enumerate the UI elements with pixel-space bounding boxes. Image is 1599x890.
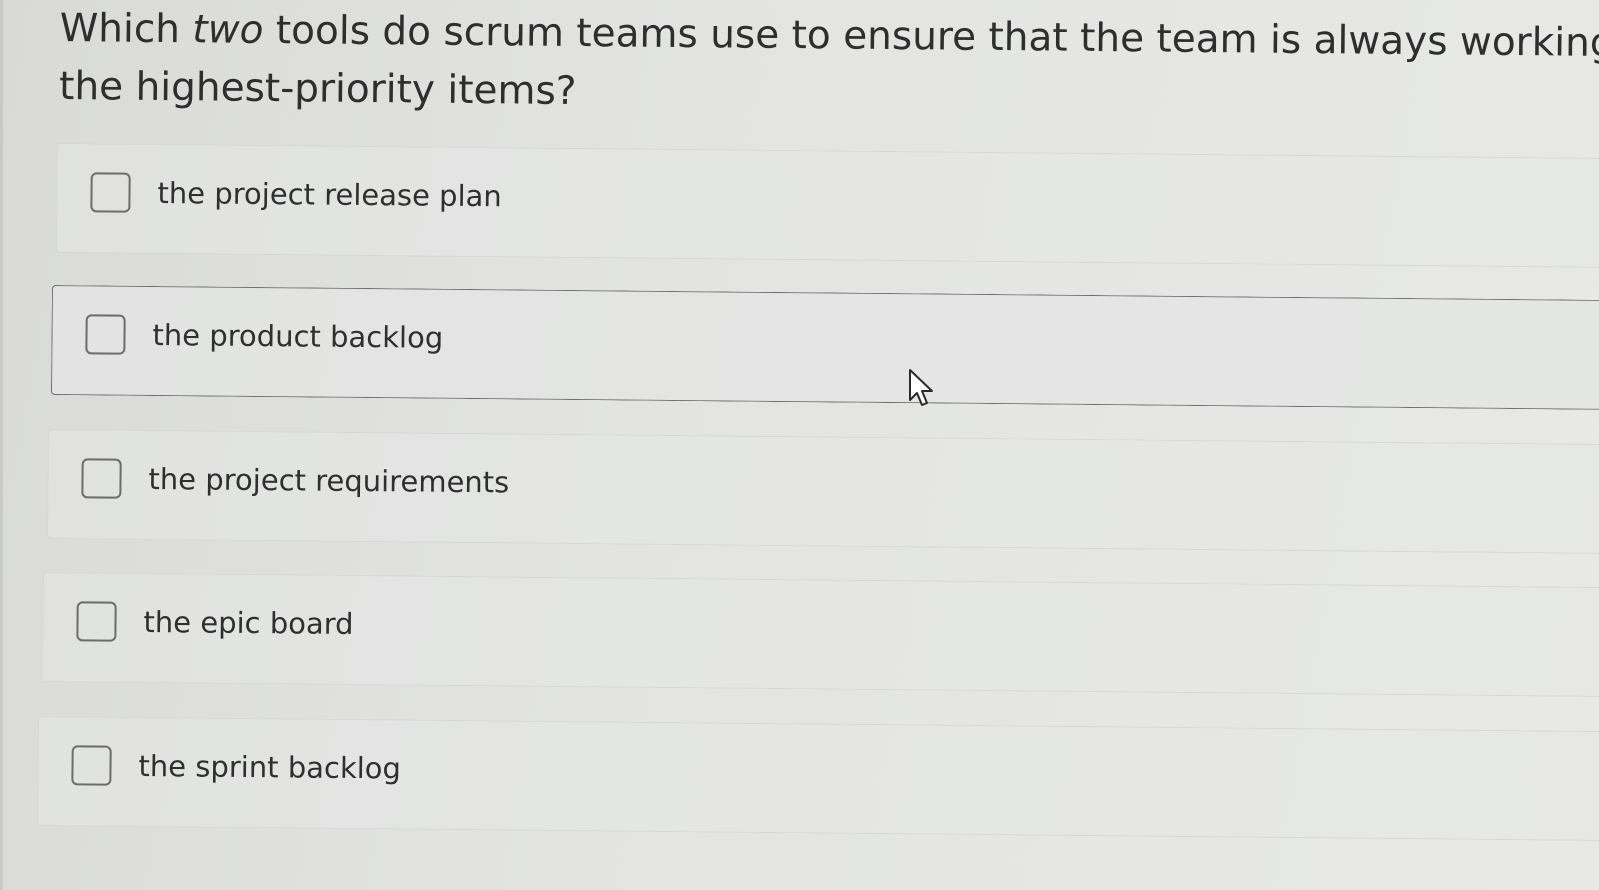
option-sprint-backlog[interactable]: the sprint backlog	[36, 716, 1599, 842]
option-label: the project release plan	[157, 175, 502, 214]
option-project-release-plan[interactable]: the project release plan	[55, 143, 1599, 269]
option-epic-board[interactable]: the epic board	[41, 572, 1599, 698]
option-label: the product backlog	[152, 317, 444, 355]
option-label: the epic board	[143, 604, 354, 641]
checkbox-icon[interactable]	[71, 745, 112, 786]
answer-options: the project release plan the product bac…	[0, 0, 1599, 890]
checkbox-icon[interactable]	[81, 458, 122, 499]
mouse-pointer-icon	[909, 369, 933, 406]
option-label: the sprint backlog	[138, 748, 402, 786]
checkbox-icon[interactable]	[85, 314, 126, 355]
checkbox-icon[interactable]	[76, 601, 117, 642]
option-product-backlog[interactable]: the product backlog	[50, 285, 1599, 411]
option-project-requirements[interactable]: the project requirements	[46, 429, 1599, 555]
option-label: the project requirements	[148, 461, 510, 500]
checkbox-icon[interactable]	[90, 172, 131, 213]
